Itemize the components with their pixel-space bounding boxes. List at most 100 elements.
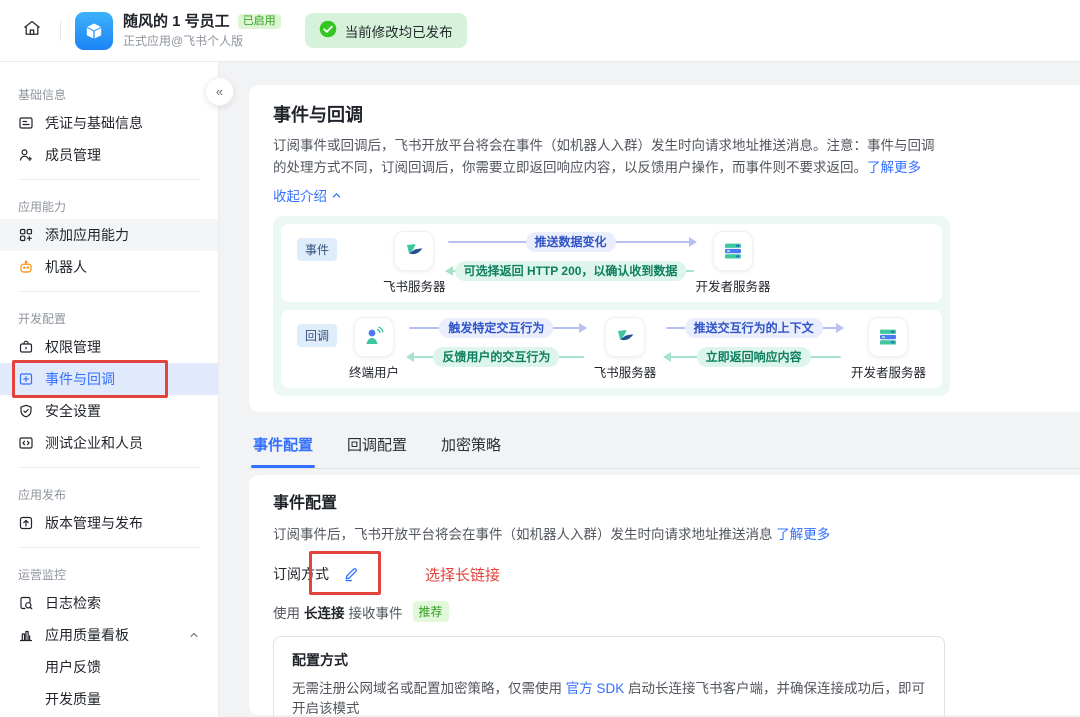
event-config-description: 订阅事件后，飞书开放平台将会在事件（如机器人入群）发生时向请求地址推送消息 了解… [273,525,1056,545]
arrow-right: 推送交互行为的上下文 [664,316,843,340]
arrow-label: 立即返回响应内容 [697,347,811,367]
sidebar-item-label: 版本管理与发布 [45,513,143,533]
sidebar-item-quality-dashboard[interactable]: 应用质量看板 [0,619,218,651]
sidebar-item-permissions[interactable]: 权限管理 [0,331,218,363]
callback-flow-row: 回调 终端用户 [281,310,942,388]
callback-arrows-1: 触发特定交互行为 反馈用户的交互行为 [407,316,586,369]
main-content: 事件与回调 订阅事件或回调后，飞书开放平台将会在事件（如机器人入群）发生时向请求… [219,62,1080,717]
event-callback-icon [18,371,34,387]
tab-callback-config[interactable]: 回调配置 [345,420,409,468]
chevron-up-icon[interactable] [188,629,200,641]
event-badge: 事件 [297,238,337,261]
intro-description-text: 订阅事件或回调后，飞书开放平台将会在事件（如机器人入群）发生时向请求地址推送消息… [273,138,935,175]
subscribe-mode-label: 订阅方式 [273,564,329,584]
config-mode-text: 无需注册公网域名或配置加密策略，仅需使用 官方 SDK 启动长连接飞书客户端，并… [292,679,926,717]
arrow-right: 推送数据变化 [446,230,696,254]
robot-icon [18,259,34,275]
annotation-text: 选择长链接 [425,564,500,585]
home-button[interactable] [18,17,46,45]
credential-icon [18,115,34,131]
arrow-label: 可选择返回 HTTP 200，以确认收到数据 [455,261,687,281]
sidebar-divider [18,467,200,468]
sidebar-collapse-button[interactable]: « [205,77,234,106]
event-config-card: 事件配置 订阅事件后，飞书开放平台将会在事件（如机器人入群）发生时向请求地址推送… [249,475,1080,715]
edit-subscribe-mode-button[interactable] [343,566,359,582]
developer-server-node: 开发者服务器 [696,231,771,295]
event-config-description-text: 订阅事件后，飞书开放平台将会在事件（如机器人入群）发生时向请求地址推送消息 [273,527,773,542]
event-config-title: 事件配置 [273,493,1056,515]
node-label: 开发者服务器 [851,362,926,381]
code-brackets-icon [18,435,34,451]
edit-pencil-icon [343,566,359,582]
sidebar-divider [18,291,200,292]
sidebar-divider [18,547,200,548]
app-logo-icon[interactable] [75,12,113,50]
sidebar-item-test-org[interactable]: 测试企业和人员 [0,427,218,459]
event-arrows: 推送数据变化 可选择返回 HTTP 200，以确认收到数据 [446,230,696,283]
permission-icon [18,339,34,355]
user-icon [354,317,394,357]
subscribe-usage-line: 使用 长连接 接收事件 推荐 [273,601,1056,622]
collapse-chevrons-icon: « [216,84,223,99]
tab-encryption-strategy[interactable]: 加密策略 [439,420,503,468]
arrow-label: 反馈用户的交互行为 [433,347,559,367]
server-icon [868,317,908,357]
header-divider [60,21,61,41]
sidebar-item-security[interactable]: 安全设置 [0,395,218,427]
sidebar-item-label: 日志检索 [45,593,101,613]
sidebar-item-label: 测试企业和人员 [45,433,143,453]
arrow-left: 立即返回响应内容 [664,345,843,369]
event-flow-row: 事件 飞书服务器 推送数 [281,224,942,302]
sidebar: 基础信息 凭证与基础信息 成员管理 应用能力 [0,62,219,717]
usage-prefix: 使用 [273,602,300,622]
sidebar-item-add-capability[interactable]: 添加应用能力 [0,219,218,251]
sidebar-item-credentials[interactable]: 凭证与基础信息 [0,107,218,139]
sidebar-subitem-user-feedback[interactable]: 用户反馈 [0,651,218,683]
arrow-left: 可选择返回 HTTP 200，以确认收到数据 [446,259,696,283]
feishu-logo-icon [605,317,645,357]
subscribe-mode-row: 订阅方式 选择长链接 [273,563,1056,585]
recommend-badge: 推荐 [413,601,449,622]
sidebar-section-basic-info: 基础信息 [0,76,218,107]
arrow-label: 触发特定交互行为 [439,318,553,338]
app-subtitle: 正式应用@飞书个人版 [123,35,281,47]
config-text-before: 无需注册公网域名或配置加密策略，仅需使用 [292,681,566,696]
end-user-node: 终端用户 [349,317,399,381]
home-icon [22,18,42,43]
app-status-badge: 已启用 [238,14,281,29]
sidebar-item-bot[interactable]: 机器人 [0,251,218,283]
sidebar-section-dev-config: 开发配置 [0,300,218,331]
sidebar-section-capabilities: 应用能力 [0,188,218,219]
sidebar-item-members[interactable]: 成员管理 [0,139,218,171]
sidebar-item-version-publish[interactable]: 版本管理与发布 [0,507,218,539]
collapse-intro-label: 收起介绍 [273,185,327,205]
intro-card: 事件与回调 订阅事件或回调后，飞书开放平台将会在事件（如机器人入群）发生时向请求… [249,85,1080,412]
top-header: 随风的 1 号员工 已启用 正式应用@飞书个人版 当前修改均已发布 [0,0,1080,62]
tab-event-config[interactable]: 事件配置 [251,420,315,468]
config-tabs: 事件配置 回调配置 加密策略 [249,414,1080,469]
page-title: 事件与回调 [273,103,1056,127]
sidebar-item-label: 安全设置 [45,401,101,421]
arrow-left: 反馈用户的交互行为 [407,345,586,369]
sidebar-subitem-dev-quality[interactable]: 开发质量 [0,683,218,715]
learn-more-link[interactable]: 了解更多 [776,527,830,542]
learn-more-link[interactable]: 了解更多 [867,160,921,175]
intro-description: 订阅事件或回调后，飞书开放平台将会在事件（如机器人入群）发生时向请求地址推送消息… [273,135,945,179]
check-circle-icon [319,20,337,41]
sidebar-item-log-search[interactable]: 日志检索 [0,587,218,619]
official-sdk-link[interactable]: 官方 SDK [566,681,625,696]
sidebar-item-label: 凭证与基础信息 [45,113,143,133]
sidebar-item-label: 应用质量看板 [45,625,129,645]
version-publish-icon [18,515,34,531]
sidebar-section-publish: 应用发布 [0,476,218,507]
published-status-pill: 当前修改均已发布 [305,13,467,48]
sidebar-item-label: 机器人 [45,257,87,277]
chevron-up-icon [331,190,342,201]
sidebar-item-events-callbacks[interactable]: 事件与回调 [0,363,218,395]
usage-method: 长连接 [304,602,345,622]
node-label: 飞书服务器 [594,362,657,381]
arrow-right: 触发特定交互行为 [407,316,586,340]
published-status-text: 当前修改均已发布 [345,21,453,41]
collapse-intro-link[interactable]: 收起介绍 [273,185,342,205]
security-shield-icon [18,403,34,419]
